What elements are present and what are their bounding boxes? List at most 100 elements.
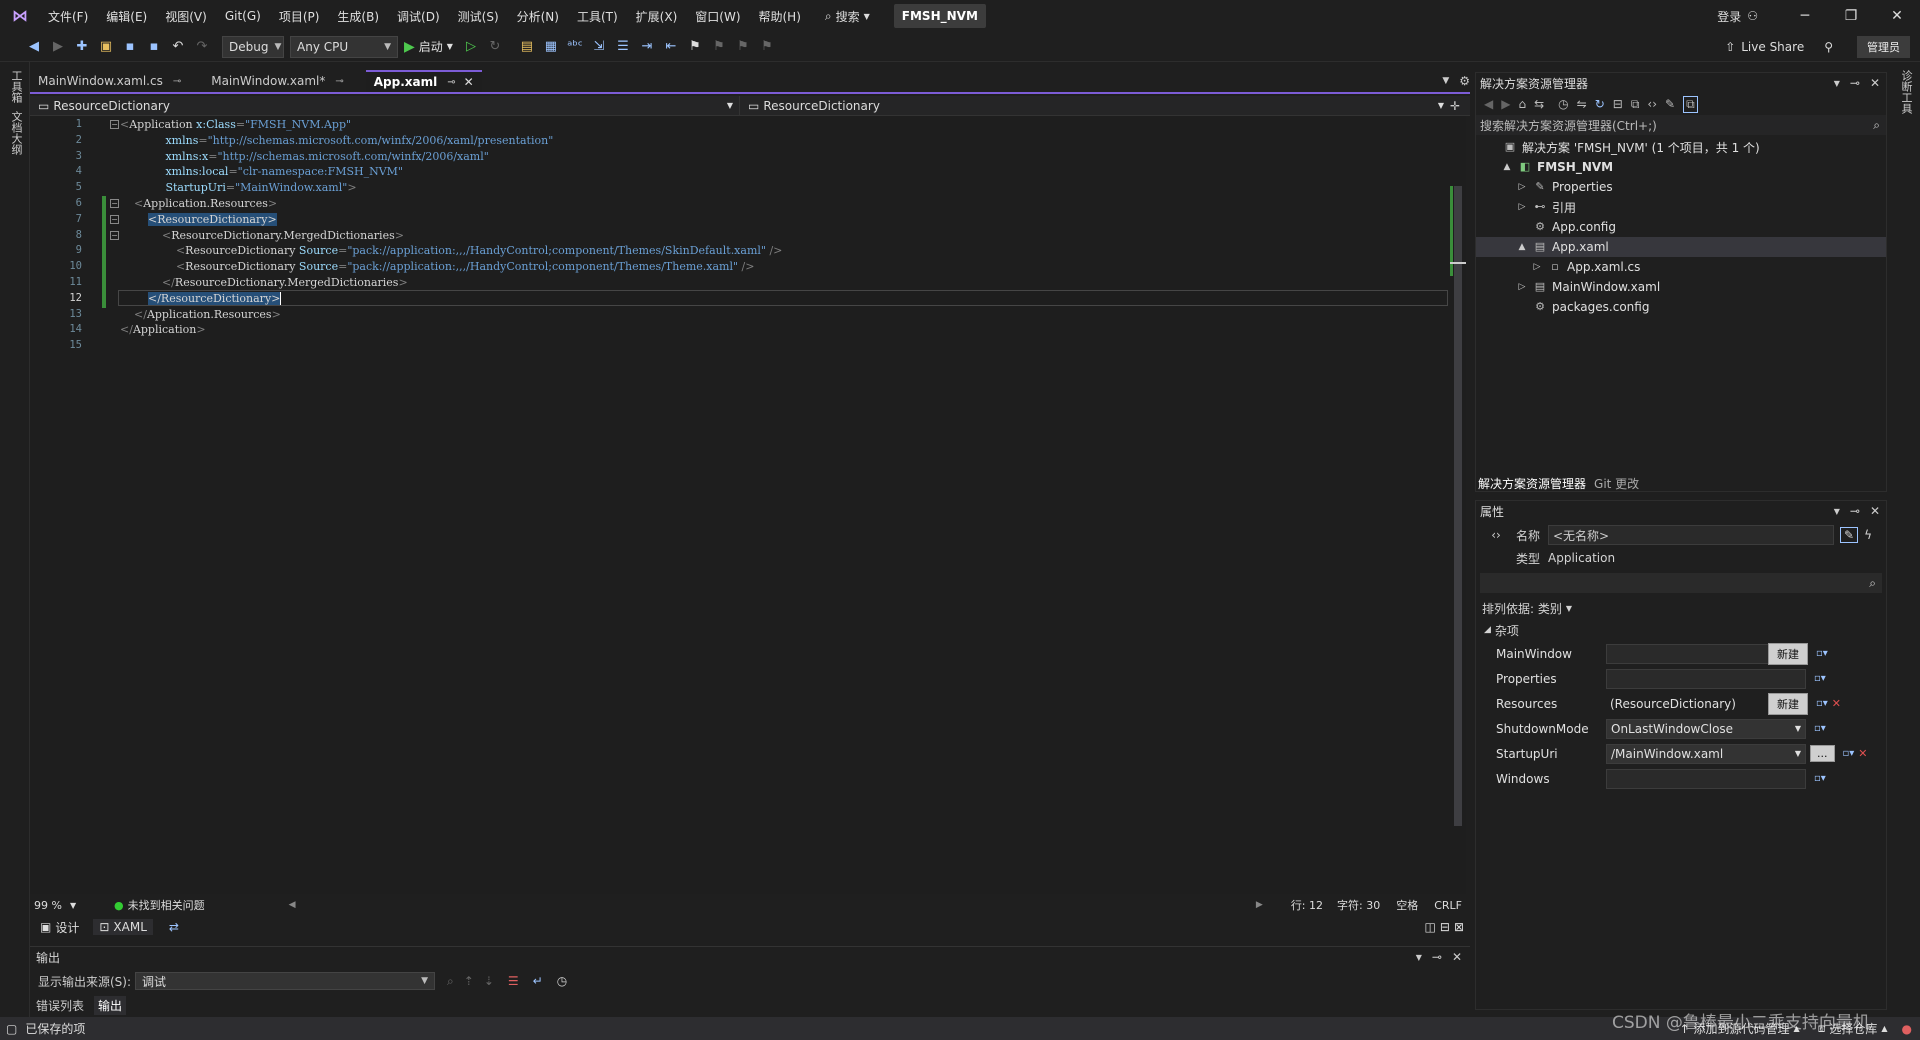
tab-solution-explorer[interactable]: 解决方案资源管理器 — [1478, 475, 1586, 492]
show-all-files-icon[interactable]: ⧉ — [1631, 97, 1640, 112]
toolbox-tab[interactable]: 工具箱 — [8, 70, 24, 103]
reset-value-icon[interactable]: ✕ — [1858, 747, 1867, 760]
sync-icon[interactable]: ⇋ — [1577, 97, 1587, 111]
collapse-pane-icon[interactable]: ⊠ — [1454, 920, 1464, 934]
property-marker-icon[interactable]: ▫▾ — [1814, 723, 1826, 734]
restore-button[interactable]: ❐ — [1828, 8, 1874, 24]
prev-bookmark-icon[interactable]: ⚑ — [709, 37, 729, 57]
split-horizontal-icon[interactable]: ⊟ — [1440, 920, 1450, 934]
browse-button[interactable]: ... — [1810, 745, 1835, 762]
menu-item-5[interactable]: 生成(B) — [337, 8, 379, 25]
close-panel-icon[interactable]: ✕ — [1452, 950, 1462, 964]
menu-item-6[interactable]: 调试(D) — [397, 8, 440, 25]
next-message-icon[interactable]: ⇣ — [484, 974, 494, 988]
next-bookmark-icon[interactable]: ⚑ — [733, 37, 753, 57]
solution-search-input[interactable]: 搜索解决方案资源管理器(Ctrl+;) ⌕ — [1476, 115, 1886, 135]
view-code-icon[interactable]: ‹› — [1647, 97, 1657, 111]
clock-icon[interactable]: ◷ — [557, 974, 567, 988]
output-source-select[interactable]: 调试 ▼ — [135, 972, 436, 990]
whitespace-indicator[interactable]: 空格 — [1396, 897, 1418, 913]
new-button[interactable]: 新建 — [1768, 692, 1808, 715]
diagnostic-tools-tab[interactable]: 诊断工具 — [1898, 70, 1914, 114]
code-editor[interactable]: 1 2 3 4 5 6 7 8 9 10 11 12 13 14 15 − − − − <Applicati… — [30, 116, 1450, 894]
forward-icon[interactable]: ▶ — [48, 37, 68, 57]
scrollbar-thumb[interactable] — [1454, 186, 1462, 826]
wrench-icon[interactable]: ✎ — [1665, 97, 1675, 111]
reset-value-icon[interactable]: ✕ — [1832, 697, 1841, 710]
layout-icon[interactable]: ▦ — [541, 37, 561, 57]
tab-output[interactable]: 输出 — [94, 995, 127, 1015]
indent-icon[interactable]: ⇥ — [637, 37, 657, 57]
redo-icon[interactable]: ↷ — [192, 37, 212, 57]
design-view-button[interactable]: ▣ 设计 — [40, 919, 79, 936]
tree-item[interactable]: ▣ 解决方案 'FMSH_NVM' (1 个项目，共 1 个) — [1476, 137, 1886, 157]
category-header[interactable]: ◢ 杂项 — [1476, 619, 1886, 641]
hot-reload-icon[interactable]: ↻ — [485, 37, 505, 57]
minimize-button[interactable]: ─ — [1782, 8, 1828, 24]
sort-by-dropdown[interactable]: 排列依据: 类别 ▼ — [1476, 597, 1886, 619]
menu-item-3[interactable]: Git(G) — [225, 9, 261, 23]
expand-arrow-icon[interactable]: ▷ — [1531, 262, 1543, 272]
pin-icon[interactable]: ⊸ — [447, 77, 455, 88]
expand-arrow-icon[interactable]: ▷ — [1516, 282, 1528, 292]
feedback-icon[interactable]: ⚲ — [1824, 40, 1833, 54]
step-icon[interactable]: ⇲ — [589, 37, 609, 57]
search-button[interactable]: ⌕ 搜索 ▼ — [825, 8, 870, 25]
live-share-button[interactable]: ⇧ Live Share — [1725, 40, 1804, 54]
expand-arrow-icon[interactable]: ▲ — [1501, 162, 1513, 172]
gear-icon[interactable]: ⚙ — [1459, 74, 1470, 88]
scroll-right-icon[interactable]: ▶ — [1256, 900, 1263, 910]
menu-item-4[interactable]: 项目(P) — [279, 8, 320, 25]
menu-item-2[interactable]: 视图(V) — [165, 8, 207, 25]
element-name-input[interactable]: <无名称> — [1548, 525, 1834, 545]
platform-select[interactable]: Any CPU ▼ — [290, 35, 398, 58]
menu-item-1[interactable]: 编辑(E) — [106, 8, 147, 25]
new-project-icon[interactable]: ✚ — [72, 37, 92, 57]
tab-list-dropdown-icon[interactable]: ▼ — [1442, 76, 1449, 86]
home-icon[interactable]: ⌂ — [1518, 97, 1526, 111]
menu-item-0[interactable]: 文件(F) — [48, 8, 88, 25]
tree-item[interactable]: ⚙ packages.config — [1476, 297, 1886, 317]
spell-check-icon[interactable]: ᵃᵇᶜ — [565, 37, 585, 57]
collapse-all-icon[interactable]: ⊟ — [1613, 97, 1623, 111]
property-value-field[interactable]: /MainWindow.xaml ▼ — [1606, 743, 1806, 764]
new-button[interactable]: 新建 — [1768, 642, 1808, 665]
window-menu-icon[interactable]: ▼ — [1416, 953, 1422, 962]
menu-item-10[interactable]: 扩展(X) — [636, 8, 678, 25]
clear-bookmark-icon[interactable]: ⚑ — [757, 37, 777, 57]
save-icon[interactable]: ▪ — [120, 37, 140, 57]
notifications-bell-icon[interactable]: ● — [1902, 1022, 1912, 1036]
save-all-icon[interactable]: ▪ — [144, 37, 164, 57]
issues-indicator[interactable]: ● 未找到相关问题 — [114, 897, 205, 913]
split-icon[interactable]: ✛ — [1450, 99, 1460, 113]
close-window-button[interactable]: ✕ — [1874, 8, 1920, 24]
switch-view-icon[interactable]: ⇆ — [1534, 97, 1544, 111]
back-icon[interactable]: ◀ — [24, 37, 44, 57]
menu-item-9[interactable]: 工具(T) — [577, 8, 618, 25]
tree-item[interactable]: ▷ ✎ Properties — [1476, 177, 1886, 197]
back-icon[interactable]: ◀ — [1484, 97, 1493, 111]
word-wrap-icon[interactable]: ↵ — [533, 974, 543, 988]
pin-icon[interactable]: ⊸ — [1850, 504, 1860, 518]
pin-icon[interactable]: ⊸ — [173, 76, 181, 87]
tree-item[interactable]: ⚙ App.config — [1476, 217, 1886, 237]
line-indicator[interactable]: 行: 12 — [1291, 897, 1323, 913]
tab-error-list[interactable]: 错误列表 — [36, 997, 84, 1014]
notification-icon[interactable]: ▢ — [6, 1022, 17, 1036]
undo-icon[interactable]: ↶ — [168, 37, 188, 57]
start-debug-button[interactable]: ▶ 启动 ▼ — [404, 38, 453, 55]
property-search-input[interactable]: ⌕ — [1480, 573, 1882, 593]
outdent-icon[interactable]: ⇤ — [661, 37, 681, 57]
tree-item[interactable]: ▲ ▤ App.xaml — [1476, 237, 1886, 257]
account-icon[interactable]: ⚇ — [1747, 9, 1758, 23]
tab-mainwindow-xaml-cs[interactable]: MainWindow.xaml.cs ⊸ — [30, 70, 189, 92]
pending-changes-filter-icon[interactable]: ◷ — [1558, 97, 1568, 111]
column-indicator[interactable]: 字符: 30 — [1337, 897, 1380, 913]
window-menu-icon[interactable]: ▼ — [1834, 79, 1840, 88]
prev-message-icon[interactable]: ⇡ — [464, 974, 474, 988]
find-icon[interactable]: ⌕ — [447, 974, 454, 989]
scroll-left-icon[interactable]: ◀ — [289, 900, 296, 910]
document-outline-tab[interactable]: 文档大纲 — [8, 111, 24, 155]
scope-left-select[interactable]: ▭ ResourceDictionary ▼ — [30, 95, 740, 116]
menu-item-12[interactable]: 帮助(H) — [759, 8, 801, 25]
